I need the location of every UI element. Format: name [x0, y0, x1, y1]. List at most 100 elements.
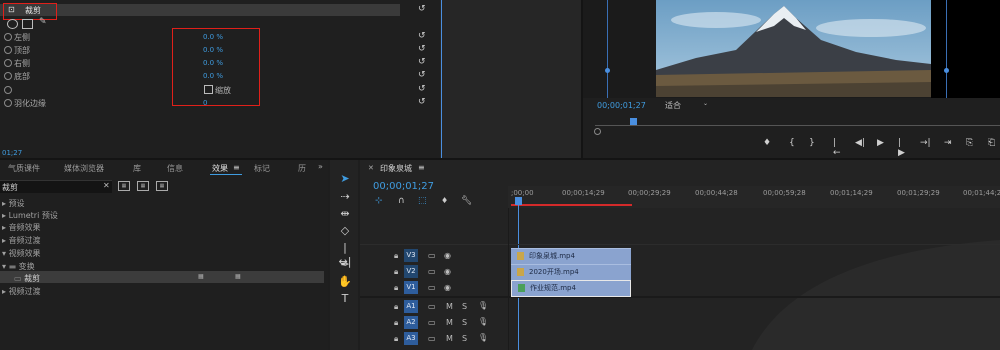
tab-library[interactable]: 库 [133, 163, 141, 174]
mute-button[interactable]: M [446, 302, 453, 311]
sequence-menu-icon[interactable]: ≡ [418, 163, 425, 172]
yuv-effects-icon[interactable]: ▦ [156, 181, 168, 191]
track-select-tool-icon[interactable]: ⇢ [338, 190, 352, 204]
go-to-in-icon[interactable]: |← [833, 138, 841, 158]
reset-icon[interactable]: ↺ [418, 85, 427, 94]
tab-markers[interactable]: 标记 [254, 163, 270, 174]
timeline-playhead[interactable] [515, 197, 522, 205]
close-tab-icon[interactable]: ✕ [368, 164, 374, 172]
mute-button[interactable]: M [446, 334, 453, 343]
stopwatch-icon[interactable] [4, 99, 12, 107]
tab-history[interactable]: 历 [298, 163, 306, 174]
program-scrubber[interactable] [595, 125, 1000, 126]
lock-icon[interactable]: 🔒︎ [394, 283, 398, 293]
play-icon[interactable]: ▶ [877, 138, 884, 148]
eye-icon[interactable]: ◉ [444, 251, 451, 260]
type-tool-icon[interactable]: T [338, 292, 352, 306]
solo-button[interactable]: S [462, 318, 467, 327]
sync-lock-icon[interactable]: ▭ [428, 283, 436, 292]
tree-item-audio-effects[interactable]: ▸ 音频效果 [2, 222, 41, 233]
tree-item-video-transitions[interactable]: ▸ 视频过渡 [2, 286, 41, 297]
reset-icon[interactable]: ↺ [418, 98, 427, 107]
mute-button[interactable]: M [446, 318, 453, 327]
mark-in-icon[interactable]: { [789, 138, 795, 148]
fit-dropdown[interactable]: 适合 ⌄ [665, 100, 713, 110]
tab-info[interactable]: 信息 [167, 163, 183, 174]
track-name-a1[interactable]: A1 [404, 300, 418, 313]
stopwatch-icon[interactable] [4, 72, 12, 80]
panel-overflow-icon[interactable]: » [318, 162, 323, 171]
track-name-v2[interactable]: V2 [404, 265, 418, 278]
go-to-out-icon[interactable]: →| [920, 138, 931, 148]
sync-lock-icon[interactable]: ▭ [428, 267, 436, 276]
stopwatch-icon[interactable] [4, 46, 12, 54]
accelerated-effects-icon[interactable]: ▦ [118, 181, 130, 191]
track-name-v3[interactable]: V3 [404, 249, 418, 262]
sync-lock-icon[interactable]: ▭ [428, 251, 436, 260]
timeline-clip-v2[interactable]: 2020开场.mp4 [511, 264, 631, 280]
32bit-effects-icon[interactable]: ▦ [137, 181, 149, 191]
snap-icon[interactable]: ⊹ [375, 196, 383, 206]
tree-item-audio-transitions[interactable]: ▸ 音频过渡 [2, 235, 41, 246]
program-playhead[interactable] [630, 118, 637, 125]
razor-tool-icon[interactable]: ◇ [338, 224, 352, 238]
tree-item-crop[interactable]: ▭ 裁剪 [14, 273, 40, 284]
sync-lock-icon[interactable]: ▭ [428, 318, 436, 327]
sequence-tab[interactable]: 印象泉城 [380, 163, 412, 174]
tab-menu-icon[interactable]: ≡ [233, 163, 240, 172]
lock-icon[interactable]: 🔒︎ [394, 251, 398, 261]
tree-item-presets[interactable]: ▸ 预设 [2, 198, 25, 209]
reset-icon[interactable]: ↺ [418, 5, 427, 14]
microphone-icon[interactable]: 🎙︎ [478, 317, 488, 326]
eye-icon[interactable]: ◉ [444, 267, 451, 276]
track-name-a2[interactable]: A2 [404, 316, 418, 329]
timeline-timecode[interactable]: 00;00;01;27 [373, 181, 434, 192]
stopwatch-icon[interactable] [4, 33, 12, 41]
pen-tool-icon[interactable]: ✒ [338, 258, 352, 272]
tab-media-project[interactable]: 气质课件 [8, 163, 40, 174]
lock-icon[interactable]: 🔒︎ [394, 334, 398, 344]
program-timecode[interactable]: 00;00;01;27 [597, 101, 646, 110]
add-marker-icon[interactable]: ⬚ [418, 196, 427, 206]
solo-button[interactable]: S [462, 334, 467, 343]
program-preview-area[interactable] [583, 0, 1000, 98]
solo-button[interactable]: S [462, 302, 467, 311]
tab-media-browser[interactable]: 媒体浏览器 [64, 163, 104, 174]
marker-icon[interactable]: ♦ [441, 196, 448, 205]
wrench-icon[interactable]: 🔧︎ [461, 196, 472, 206]
selection-tool-icon[interactable]: ➤ [338, 172, 352, 186]
eye-icon[interactable]: ◉ [444, 283, 451, 292]
timeline-clip-v1-selected[interactable]: 作业规范.mp4 [511, 280, 631, 297]
slip-tool-icon[interactable]: |↔| [338, 241, 352, 268]
ripple-edit-tool-icon[interactable]: ⇹ [338, 207, 352, 221]
ellipse-mask-icon[interactable] [7, 19, 18, 29]
mark-out-icon[interactable]: } [809, 138, 815, 148]
tree-item-crop-selected[interactable] [0, 271, 324, 283]
pen-mask-icon[interactable]: ✎ [39, 17, 47, 27]
lock-icon[interactable]: 🔒︎ [394, 267, 398, 277]
effects-search-input[interactable]: 裁剪 ✕ [0, 180, 112, 193]
tab-effects[interactable]: 效果 [212, 163, 228, 174]
tree-item-lumetri[interactable]: ▸ Lumetri 预设 [2, 210, 58, 221]
lock-icon[interactable]: 🔒︎ [394, 302, 398, 312]
tree-item-video-effects[interactable]: ▾ 视频效果 [2, 248, 41, 259]
sync-lock-icon[interactable]: ▭ [428, 302, 436, 311]
hand-tool-icon[interactable]: ✋ [338, 275, 352, 289]
track-name-v1[interactable]: V1 [404, 281, 418, 294]
step-back-icon[interactable]: ◀| [855, 138, 865, 148]
clear-search-icon[interactable]: ✕ [103, 181, 110, 190]
sync-lock-icon[interactable]: ▭ [428, 334, 436, 343]
add-marker-icon[interactable]: ♦ [763, 138, 771, 148]
step-forward-icon[interactable]: |▶ [898, 138, 905, 158]
effect-header-row[interactable] [0, 4, 400, 16]
stopwatch-icon[interactable] [4, 59, 12, 67]
reset-icon[interactable]: ↺ [418, 58, 427, 67]
rectangle-mask-icon[interactable] [22, 19, 33, 29]
lock-icon[interactable]: 🔒︎ [394, 318, 398, 328]
linked-selection-icon[interactable]: ∩ [398, 196, 405, 206]
extract-icon[interactable]: ⎗ [988, 138, 995, 148]
track-name-a3[interactable]: A3 [404, 332, 418, 345]
insert-icon[interactable]: ⇥ [944, 138, 952, 148]
reset-icon[interactable]: ↺ [418, 71, 427, 80]
stopwatch-icon[interactable] [4, 86, 12, 94]
